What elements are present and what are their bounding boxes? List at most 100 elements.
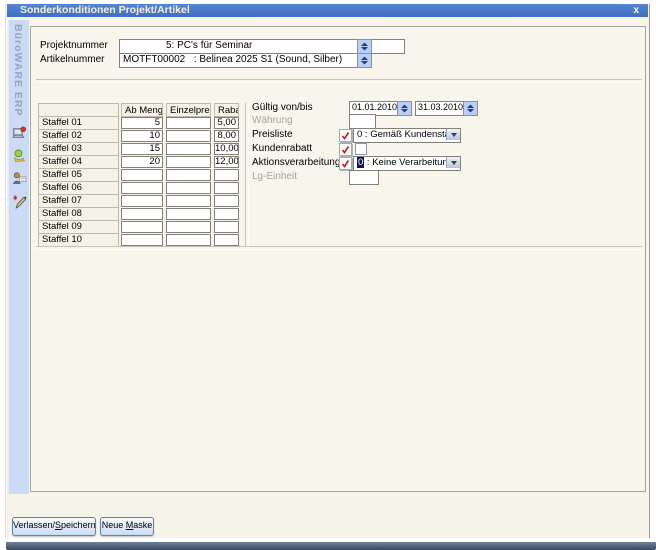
col-header-ab-menge: Ab Menge [121, 103, 163, 117]
computer-notes-icon[interactable] [12, 125, 27, 140]
ab-menge-cell[interactable] [121, 182, 163, 194]
rabatt-cell[interactable]: 12,00 [214, 156, 239, 168]
ab-menge-cell[interactable] [121, 195, 163, 207]
einzelpreis-cell[interactable] [166, 208, 211, 220]
kundenrabatt-label: Kundenrabatt [252, 142, 312, 155]
aktion-dropdown[interactable]: 0 : Keine Verarbeitung [353, 156, 461, 171]
einzelpreis-cell[interactable] [166, 117, 211, 129]
sidebar: BüroWARE ERP [8, 20, 29, 494]
separator [245, 103, 249, 246]
rabatt-cell[interactable]: 8,00 [214, 130, 239, 142]
content-panel [30, 26, 646, 492]
table-row: Staffel 10 [38, 233, 239, 247]
artikelnummer-code: MOTFT00002 [123, 54, 191, 65]
preisliste-label: Preisliste [252, 128, 293, 141]
gueltig-von-value: 01.01.2010 /Fr [352, 102, 401, 112]
gueltig-bis-value: 31.03.2010 /Mi [418, 102, 467, 112]
projektnummer-label: Projektnummer [40, 39, 108, 52]
separator [36, 246, 642, 250]
col-header-rabatt: Rabatt [214, 103, 239, 117]
projektnummer-spinner[interactable] [357, 39, 372, 54]
einzelpreis-cell[interactable] [166, 169, 211, 181]
gueltig-bis-field[interactable]: 31.03.2010 /Mi [415, 101, 467, 116]
ab-menge-cell[interactable] [121, 208, 163, 220]
row-label: Staffel 06 [38, 181, 119, 195]
rabatt-cell[interactable] [214, 195, 239, 207]
chevron-down-icon[interactable] [446, 157, 460, 168]
table-row: Staffel 03 15 10,00 [38, 142, 239, 156]
rabatt-cell[interactable] [214, 182, 239, 194]
rabatt-cell[interactable]: 10,00 [214, 143, 239, 155]
gueltig-von-spinner[interactable] [397, 101, 412, 116]
table-row: Staffel 06 [38, 181, 239, 195]
einzelpreis-cell[interactable] [166, 156, 211, 168]
artikelnummer-field[interactable]: MOTFT00002 : Belinea 2025 S1 (Sound, Sil… [119, 53, 362, 68]
table-row: Staffel 08 [38, 207, 239, 221]
table-row: Staffel 04 20 12,00 [38, 155, 239, 169]
aktion-label: Aktionsverarbeitung [252, 156, 340, 169]
button-label-part: peichern [61, 520, 96, 530]
waehrung-field[interactable] [349, 114, 376, 129]
kundenrabatt-check-icon[interactable] [339, 143, 352, 156]
screenshot-page: Sonderkonditionen Projekt/Artikel x Büro… [0, 0, 656, 550]
table-row: Staffel 01 5 5,00 [38, 116, 239, 130]
neue-maske-button[interactable]: Neue Maske [100, 517, 154, 536]
table-row: Staffel 05 [38, 168, 239, 182]
projektnummer-value: 5: PC's für Seminar [166, 40, 252, 51]
button-label-part: Neue [102, 520, 126, 530]
einzelpreis-cell[interactable] [166, 234, 211, 246]
table-header-row: Ab Menge Einzelpreis Rabatt [38, 103, 239, 117]
table-row: Staffel 09 [38, 220, 239, 234]
einzelpreis-cell[interactable] [166, 143, 211, 155]
col-header-empty [38, 103, 119, 117]
einzelpreis-cell[interactable] [166, 221, 211, 233]
row-label: Staffel 07 [38, 194, 119, 208]
signature-pen-icon[interactable] [12, 194, 27, 209]
waehrung-label: Währung [252, 114, 293, 127]
ab-menge-cell[interactable]: 20 [121, 156, 163, 168]
window-bottom-edge [6, 542, 656, 550]
rabatt-cell[interactable] [214, 169, 239, 181]
chevron-down-icon[interactable] [446, 129, 460, 140]
preisliste-dropdown[interactable]: 0 : Gemäß Kundenstamm [353, 128, 461, 143]
aktion-check-icon[interactable] [339, 157, 352, 170]
ab-menge-cell[interactable] [121, 221, 163, 233]
ab-menge-cell[interactable] [121, 169, 163, 181]
einzelpreis-cell[interactable] [166, 130, 211, 142]
rabatt-cell[interactable] [214, 221, 239, 233]
row-label: Staffel 04 [38, 155, 119, 169]
row-label: Staffel 09 [38, 220, 119, 234]
lg-einheit-field[interactable] [349, 170, 379, 185]
window-title: Sonderkonditionen Projekt/Artikel [20, 4, 190, 16]
verlassen-speichern-button[interactable]: Verlassen/Speichern [12, 517, 96, 536]
artikelnummer-spinner[interactable] [357, 53, 372, 68]
gueltig-bis-spinner[interactable] [463, 101, 478, 116]
ab-menge-cell[interactable]: 5 [121, 117, 163, 129]
aktion-value: : Keine Verarbeitung [364, 157, 453, 168]
separator [36, 79, 642, 83]
contact-card-icon[interactable] [12, 171, 27, 186]
ab-menge-cell[interactable]: 15 [121, 143, 163, 155]
row-label: Staffel 02 [38, 129, 119, 143]
table-row: Staffel 07 [38, 194, 239, 208]
kundenrabatt-checkbox[interactable] [355, 143, 367, 155]
artikelnummer-label: Artikelnummer [40, 53, 104, 66]
einzelpreis-cell[interactable] [166, 182, 211, 194]
rabatt-cell[interactable] [214, 234, 239, 246]
row-label: Staffel 08 [38, 207, 119, 221]
close-icon[interactable]: x [633, 4, 639, 17]
ab-menge-cell[interactable] [121, 234, 163, 246]
lg-einheit-label: Lg-Einheit [252, 170, 297, 183]
row-label: Staffel 03 [38, 142, 119, 156]
rabatt-cell[interactable] [214, 208, 239, 220]
hand-item-icon[interactable] [12, 148, 27, 163]
einzelpreis-cell[interactable] [166, 195, 211, 207]
window-titlebar[interactable]: Sonderkonditionen Projekt/Artikel x [7, 4, 648, 17]
preisliste-check-icon[interactable] [339, 129, 352, 142]
row-label: Staffel 05 [38, 168, 119, 182]
brand-label: BüroWARE ERP [12, 24, 24, 117]
rabatt-cell[interactable]: 5,00 [214, 117, 239, 129]
staffel-table: Ab Menge Einzelpreis Rabatt Staffel 01 5… [38, 103, 239, 247]
button-label-part: aske [133, 520, 152, 530]
ab-menge-cell[interactable]: 10 [121, 130, 163, 142]
